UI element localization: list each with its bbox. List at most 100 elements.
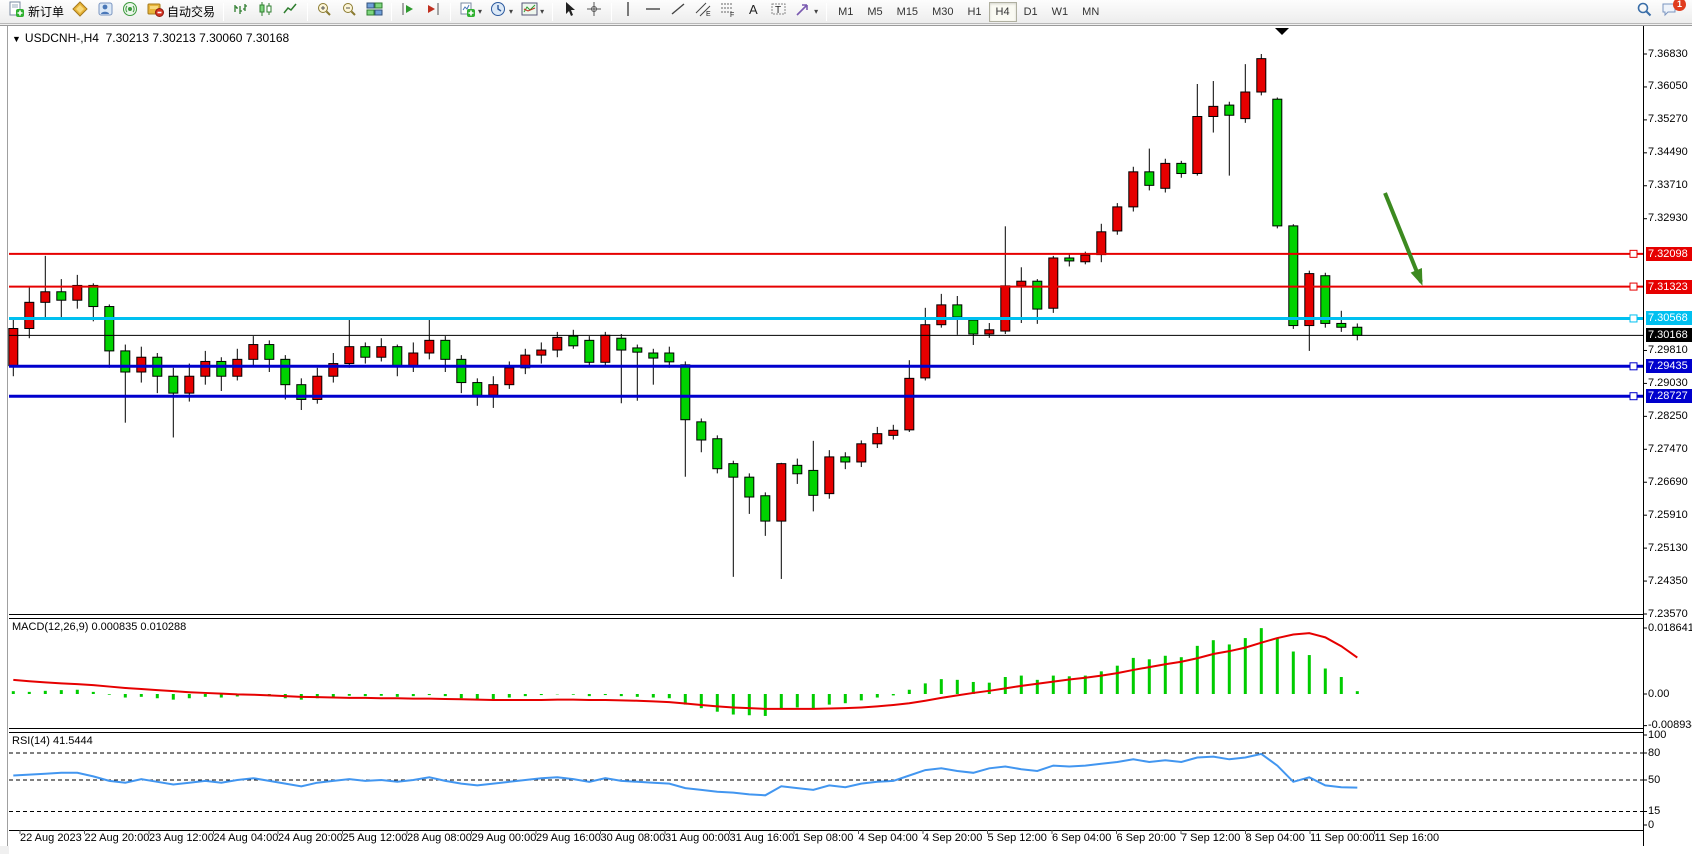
- time-axis-label: 29 Aug 00:00: [472, 832, 537, 844]
- price-tick-label: 7.26690: [1648, 476, 1688, 488]
- zoom-in-button[interactable]: [312, 1, 337, 23]
- chart-window: ▼USDCNH-,H4 7.30213 7.30213 7.30060 7.30…: [0, 25, 1692, 846]
- chevron-down-icon[interactable]: ▼: [12, 34, 21, 44]
- toolbar-right: 1: [1632, 1, 1692, 23]
- timeframe-m5-button[interactable]: M5: [860, 2, 889, 22]
- time-axis-label: 5 Sep 12:00: [988, 832, 1047, 844]
- chevron-down-icon[interactable]: ▾: [814, 7, 818, 16]
- time-axis-label: 4 Sep 20:00: [923, 832, 982, 844]
- price-tick-label: 7.25130: [1648, 542, 1688, 554]
- toolbar-separator: [611, 3, 612, 21]
- period-button[interactable]: ▾: [486, 1, 517, 23]
- label-icon: T: [770, 1, 787, 22]
- timeframe-mn-button[interactable]: MN: [1075, 2, 1106, 22]
- timeframe-m1-button[interactable]: M1: [831, 2, 860, 22]
- toolbar-separator: [307, 3, 308, 21]
- new-chart-icon: [459, 1, 476, 22]
- symbol-title[interactable]: ▼USDCNH-,H4 7.30213 7.30213 7.30060 7.30…: [12, 31, 289, 45]
- template-icon: [521, 1, 538, 22]
- timeframe-h4-button[interactable]: H4: [989, 2, 1017, 22]
- hline-icon: [645, 1, 662, 22]
- rsi-axis-label: 15: [1648, 805, 1660, 817]
- time-axis-label: 22 Aug 20:00: [85, 832, 150, 844]
- template-button[interactable]: ▾: [517, 1, 548, 23]
- hline-price-badge: 7.28727: [1646, 389, 1692, 403]
- svg-text:F: F: [730, 12, 734, 17]
- autotrade-button[interactable]: 自动交易: [143, 1, 219, 23]
- bars-chart-button[interactable]: [228, 1, 253, 23]
- toolbar-group: [396, 0, 446, 24]
- fibo-button[interactable]: F: [716, 1, 741, 23]
- new-order-button[interactable]: 新订单: [4, 1, 68, 23]
- text-button[interactable]: A: [741, 1, 766, 23]
- timeframe-h1-button[interactable]: H1: [960, 2, 988, 22]
- shapes-icon: [795, 1, 812, 22]
- time-axis-label: 4 Sep 04:00: [859, 832, 918, 844]
- channel-button[interactable]: E: [691, 1, 716, 23]
- gold-seal-icon: [72, 1, 89, 22]
- hline-price-badge: 7.31323: [1646, 280, 1692, 294]
- notification-badge: 1: [1673, 0, 1686, 11]
- vline-button[interactable]: [616, 1, 641, 23]
- price-tick-label: 7.29810: [1648, 344, 1688, 356]
- new-order-icon: [8, 1, 25, 22]
- cursor-button[interactable]: [557, 1, 582, 23]
- price-tick-label: 7.25910: [1648, 509, 1688, 521]
- tile-windows-button[interactable]: [362, 1, 387, 23]
- rsi-axis-label: 80: [1648, 747, 1660, 759]
- main-toolbar: 新订单 自动交易 ▾ ▾ ▾ E F AT ▾ M1M5M15M30H1H4D1W1MN 1: [0, 0, 1692, 24]
- timeframe-d1-button[interactable]: D1: [1017, 2, 1045, 22]
- period-icon: [490, 1, 507, 22]
- search-button[interactable]: [1632, 1, 1657, 23]
- hline-price-badge: 7.32098: [1646, 247, 1692, 261]
- button-label: 自动交易: [167, 3, 215, 20]
- label-button[interactable]: T: [766, 1, 791, 23]
- chevron-down-icon[interactable]: ▾: [540, 7, 544, 16]
- chevron-down-icon[interactable]: ▾: [509, 7, 513, 16]
- candles-chart-button[interactable]: [253, 1, 278, 23]
- time-axis-label: 31 Aug 16:00: [730, 832, 795, 844]
- profile-button[interactable]: [93, 1, 118, 23]
- zoom-out-button[interactable]: [337, 1, 362, 23]
- gold-seal-button[interactable]: [68, 1, 93, 23]
- line-chart-button[interactable]: [278, 1, 303, 23]
- svg-text:E: E: [706, 11, 711, 17]
- time-axis-label: 8 Sep 04:00: [1246, 832, 1305, 844]
- rsi-axis-label: 0: [1648, 819, 1654, 831]
- time-axis-label: 28 Aug 08:00: [407, 832, 472, 844]
- toolbar-group: [312, 0, 387, 24]
- signal-icon: [122, 1, 139, 22]
- price-tick-label: 7.29030: [1648, 377, 1688, 389]
- shapes-button[interactable]: ▾: [791, 1, 822, 23]
- trendline-button[interactable]: [666, 1, 691, 23]
- chart-shift-button[interactable]: [421, 1, 446, 23]
- signal-button[interactable]: [118, 1, 143, 23]
- cursor-icon: [561, 1, 578, 22]
- quote-close: 7.30168: [246, 31, 289, 45]
- time-axis-label: 25 Aug 12:00: [343, 832, 408, 844]
- button-label: 新订单: [28, 3, 64, 20]
- tile-windows-icon: [366, 1, 383, 22]
- time-axis-label: 22 Aug 2023: [20, 832, 82, 844]
- price-tick-label: 7.32930: [1648, 212, 1688, 224]
- time-axis-label: 11 Sep 00:00: [1310, 832, 1375, 844]
- new-chart-button[interactable]: ▾: [455, 1, 486, 23]
- timeframe-w1-button[interactable]: W1: [1045, 2, 1076, 22]
- line-chart-icon: [282, 1, 299, 22]
- zoom-out-icon: [341, 1, 358, 22]
- toolbar-group: E F AT ▾: [616, 0, 822, 24]
- toolbar-group: [557, 0, 607, 24]
- chat-button[interactable]: 1: [1657, 1, 1682, 23]
- toolbar-group: 新订单 自动交易: [4, 0, 219, 24]
- crosshair-button[interactable]: [582, 1, 607, 23]
- toolbar-separator: [552, 3, 553, 21]
- timeframe-m15-button[interactable]: M15: [890, 2, 925, 22]
- time-axis-label: 1 Sep 08:00: [794, 832, 853, 844]
- price-tick-label: 7.24350: [1648, 575, 1688, 587]
- timeframe-m30-button[interactable]: M30: [925, 2, 960, 22]
- chevron-down-icon[interactable]: ▾: [478, 7, 482, 16]
- auto-scroll-button[interactable]: [396, 1, 421, 23]
- hline-button[interactable]: [641, 1, 666, 23]
- hline-price-badge: 7.29435: [1646, 359, 1692, 373]
- price-tick-label: 7.35270: [1648, 113, 1688, 125]
